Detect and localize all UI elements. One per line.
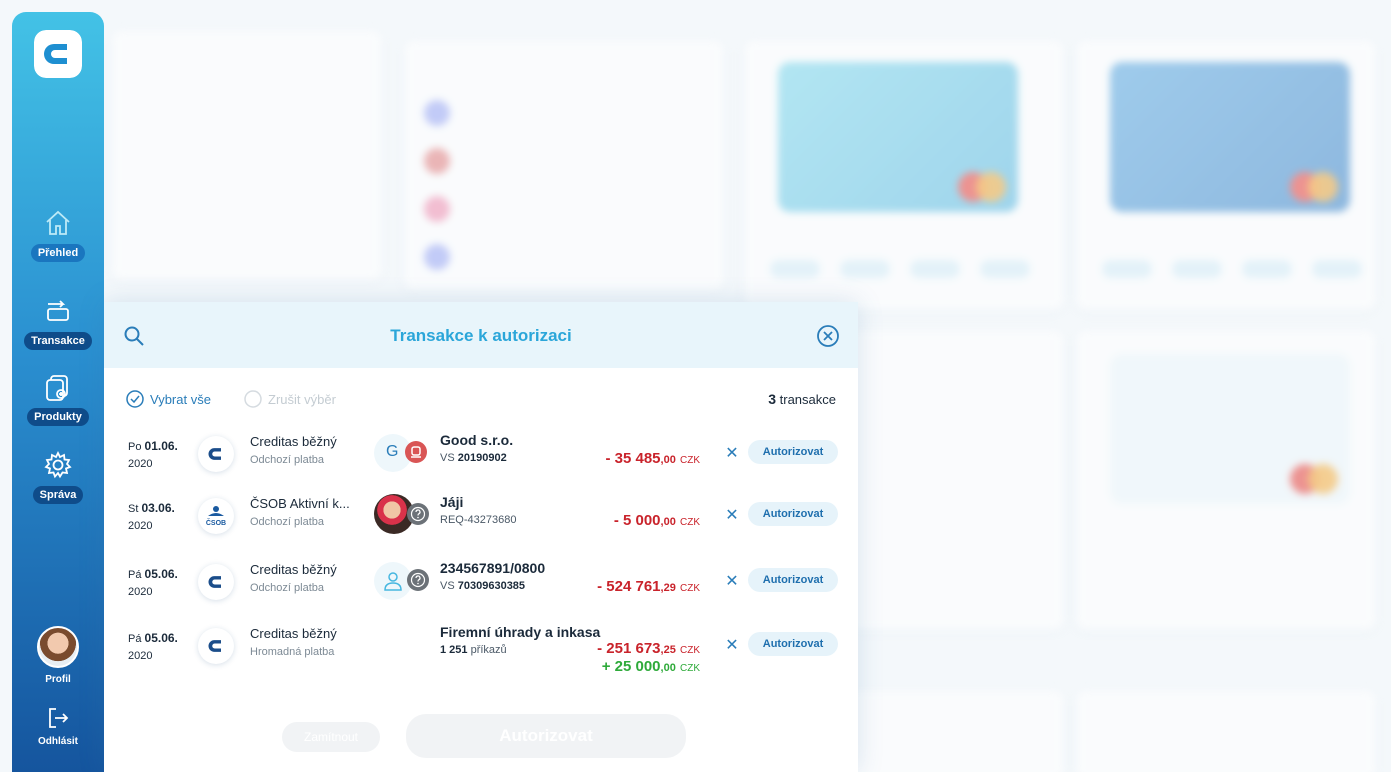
reject-button[interactable]: ✕ — [722, 636, 742, 656]
authorize-button[interactable]: Autorizovat — [748, 568, 838, 592]
counterparty-name: Jáji — [440, 494, 464, 510]
reject-button[interactable]: ✕ — [722, 572, 742, 592]
selection-toolbar: Vybrat vše Zrušit výběr 3 transakce — [126, 388, 836, 412]
help-icon — [407, 569, 429, 591]
transaction-row[interactable]: Pá 05.06. 2020 Creditas běžný Odchozí pl… — [104, 560, 858, 616]
csob-bank-logo: ČSOB — [198, 498, 234, 534]
reject-button[interactable]: ✕ — [722, 506, 742, 526]
transaction-row[interactable]: St 03.06. 2020 ČSOB ČSOB Aktivní k... Od… — [104, 494, 858, 550]
party-initial: G — [386, 443, 399, 460]
svg-text:ČSOB: ČSOB — [206, 518, 226, 527]
person-icon — [384, 572, 402, 591]
account-name: Creditas běžný — [250, 434, 337, 449]
transactions-icon — [47, 300, 69, 321]
counterparty-reference: VS 70309630385 — [440, 580, 526, 592]
card-widget-2 — [1076, 40, 1376, 310]
check-circle-icon — [126, 390, 144, 408]
sidebar-item-prehled[interactable]: Přehled — [12, 208, 104, 262]
logout-link[interactable]: Odhlásit — [12, 706, 104, 747]
avatar — [37, 626, 79, 668]
balance-card — [112, 30, 382, 280]
account-card — [844, 330, 1064, 630]
logout-icon — [49, 708, 69, 728]
sidebar: Přehled Transakce Produkty Správa Profil… — [12, 12, 104, 772]
bottom-card-1 — [844, 690, 1064, 772]
account-name: ČSOB Aktivní k... — [250, 496, 350, 511]
account-name: Creditas běžný — [250, 562, 337, 577]
reject-all-button[interactable]: Zamítnout — [282, 722, 380, 752]
transaction-date: St 03.06. 2020 — [128, 501, 175, 532]
empty-circle-icon — [244, 390, 262, 408]
recent-transactions-card — [404, 40, 724, 290]
sidebar-item-sprava[interactable]: Správa — [12, 450, 104, 504]
counterparty-icons — [374, 562, 434, 600]
profile-link[interactable]: Profil — [12, 626, 104, 685]
csob-icon: ČSOB — [206, 506, 226, 527]
transaction-amount-credit: + 25 000,00 CZK — [601, 658, 700, 675]
authorize-button[interactable]: Autorizovat — [748, 502, 838, 526]
payment-type: Odchozí platba — [250, 516, 324, 528]
transaction-amount: - 35 485,00 CZK — [605, 450, 700, 467]
creditas-icon — [208, 640, 221, 652]
authorize-button[interactable]: Autorizovat — [748, 440, 838, 464]
order-count: 1 251 příkazů — [440, 644, 507, 656]
unselect-label: Zrušit výběr — [268, 391, 336, 407]
payment-type: Hromadná platba — [250, 646, 335, 658]
authorization-modal: Transakce k autorizaci Vybrat vše Zrušit… — [104, 302, 858, 772]
transaction-row[interactable]: Po 01.06. 2020 Creditas běžný Odchozí pl… — [104, 432, 858, 488]
sidebar-item-label: Přehled — [30, 244, 86, 262]
creditas-icon — [208, 576, 221, 588]
unselect-button[interactable]: Zrušit výběr — [244, 390, 336, 408]
counterparty-name: Firemní úhrady a inkasa — [440, 624, 601, 640]
creditas-bank-logo — [198, 564, 234, 600]
creditas-icon — [208, 448, 221, 460]
profile-label: Profil — [45, 674, 71, 685]
modal-header: Transakce k autorizaci — [104, 302, 858, 368]
sidebar-item-label: Produkty — [27, 408, 89, 426]
card-widget-3 — [1076, 330, 1376, 630]
counterparty-icons: G — [374, 434, 434, 472]
transaction-amount: - 5 000,00 CZK — [613, 512, 700, 529]
counterparty-reference: VS 20190902 — [440, 452, 507, 464]
payment-type: Odchozí platba — [250, 582, 324, 594]
creditas-bank-logo — [198, 436, 234, 472]
transaction-count: 3 transakce — [768, 391, 836, 407]
help-icon — [407, 503, 429, 525]
sidebar-item-produkty[interactable]: Produkty — [12, 372, 104, 426]
transaction-row[interactable]: Pá 05.06. 2020 Creditas běžný Hromadná p… — [104, 624, 858, 690]
transaction-date: Pá 05.06. 2020 — [128, 567, 178, 598]
account-name: Creditas běžný — [250, 626, 337, 641]
products-icon — [46, 375, 68, 401]
sidebar-item-label: Transakce — [24, 332, 92, 350]
transaction-amount: - 524 761,29 CZK — [597, 578, 700, 595]
transaction-date: Pá 05.06. 2020 — [128, 631, 178, 662]
logout-label: Odhlásit — [37, 736, 78, 747]
merchant-icon — [405, 441, 427, 463]
payment-type: Odchozí platba — [250, 454, 324, 466]
sidebar-item-label: Správa — [32, 486, 84, 504]
select-all-label: Vybrat vše — [150, 391, 211, 407]
bottom-card-2 — [1076, 690, 1376, 772]
modal-title: Transakce k autorizaci — [390, 326, 572, 345]
card-widget-1 — [744, 40, 1064, 310]
transaction-amount-debit: - 251 673,25 CZK — [597, 640, 700, 657]
select-all-button[interactable]: Vybrat vše — [126, 390, 211, 408]
home-icon — [46, 210, 70, 235]
counterparty-name: Good s.r.o. — [440, 432, 514, 448]
counterparty-name: 234567891/0800 — [440, 560, 546, 576]
gear-icon — [44, 450, 72, 479]
authorize-all-button[interactable]: Autorizovat — [406, 714, 686, 758]
counterparty-reference: REQ-43273680 — [440, 514, 517, 526]
creditas-bank-logo — [198, 628, 234, 664]
reject-button[interactable]: ✕ — [722, 444, 742, 464]
sidebar-item-transakce[interactable]: Transakce — [12, 296, 104, 350]
creditas-logo — [34, 30, 82, 78]
authorize-button[interactable]: Autorizovat — [748, 632, 838, 656]
close-icon[interactable] — [816, 324, 840, 348]
counterparty-icons — [374, 494, 434, 534]
transaction-date: Po 01.06. 2020 — [128, 439, 178, 470]
